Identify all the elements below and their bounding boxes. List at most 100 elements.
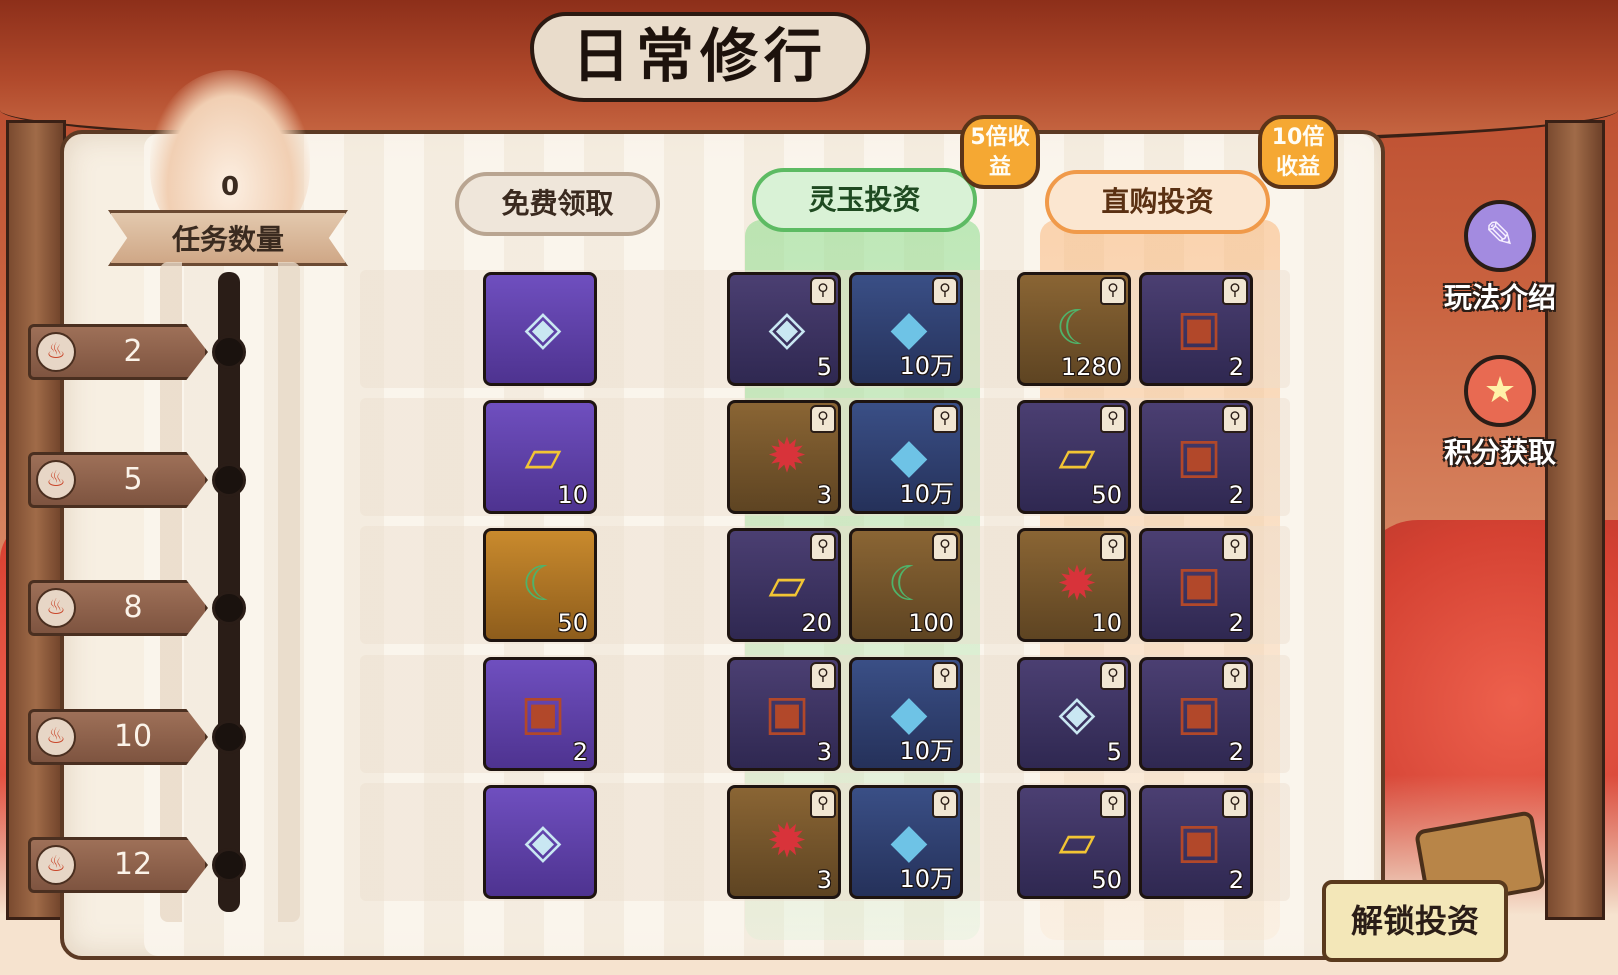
reward-slot-chest[interactable]: ▣ 2 ⚲: [1139, 657, 1253, 771]
reward-quantity: 5: [1106, 738, 1122, 766]
reward-slot-orb[interactable]: ✹ 10 ⚲: [1017, 528, 1131, 642]
reward-slot-chest[interactable]: ▣ 2 ⚲: [1139, 272, 1253, 386]
tab-direct-invest[interactable]: 直购投资: [1045, 170, 1270, 234]
reward-slot-chest[interactable]: ▣ 3 ⚲: [727, 657, 841, 771]
lock-icon: ⚲: [810, 405, 836, 433]
reward-slot-scroll[interactable]: ▱ 50 ⚲: [1017, 400, 1131, 514]
reward-slot-chest[interactable]: ▣ 2 ⚲: [1139, 785, 1253, 899]
lock-icon: ⚲: [810, 533, 836, 561]
reward-quantity: 2: [1228, 481, 1244, 509]
task-count-value: 0: [220, 172, 240, 202]
reward-quantity: 2: [1228, 609, 1244, 637]
milestone-tag: ♨ 10: [28, 709, 208, 765]
reward-quantity: 10万: [899, 352, 954, 380]
reward-quantity: 2: [1228, 738, 1244, 766]
reward-slot-crystal[interactable]: ◆ 10万 ⚲: [849, 785, 963, 899]
lock-icon: ⚲: [1222, 662, 1248, 690]
lock-icon: ⚲: [932, 405, 958, 433]
reward-quantity: 10: [557, 481, 588, 509]
track-node: [212, 720, 246, 754]
fire-icon: ♨: [36, 845, 76, 885]
reward-quantity: 2: [1228, 353, 1244, 381]
reward-slot-charm[interactable]: ◈: [483, 272, 597, 386]
page-title: 日常修行: [571, 22, 828, 90]
reward-quantity: 20: [801, 609, 832, 637]
reward-quantity: 100: [908, 609, 954, 637]
points-button[interactable]: ★ 积分获取: [1430, 355, 1570, 475]
track-node: [212, 591, 246, 625]
reward-slot-scroll[interactable]: ▱ 50 ⚲: [1017, 785, 1131, 899]
reward-slot-orb[interactable]: ✹ 3 ⚲: [727, 400, 841, 514]
charm-icon: ◈: [524, 300, 562, 356]
reward-slot-charm[interactable]: ◈ 5 ⚲: [727, 272, 841, 386]
left-pillar: [6, 120, 66, 920]
lock-icon: ⚲: [932, 662, 958, 690]
reward-slot-jade[interactable]: ☾ 50: [483, 528, 597, 642]
reward-quantity: 10万: [899, 480, 954, 508]
rules-button[interactable]: ✎ 玩法介绍: [1430, 200, 1570, 320]
milestone-count: 8: [123, 590, 143, 625]
lock-icon: ⚲: [932, 790, 958, 818]
lock-icon: ⚲: [1100, 790, 1126, 818]
reward-quantity: 3: [816, 481, 832, 509]
reward-slot-chest[interactable]: ▣ 2 ⚲: [1139, 400, 1253, 514]
reward-slot-charm[interactable]: ◈ 5 ⚲: [1017, 657, 1131, 771]
lock-icon: ⚲: [932, 277, 958, 305]
reward-quantity: 50: [557, 609, 588, 637]
milestone-count: 12: [113, 847, 153, 882]
lock-icon: ⚲: [810, 790, 836, 818]
track-node: [212, 848, 246, 882]
task-count-label: 任务数量: [171, 223, 284, 256]
reward-quantity: 3: [816, 738, 832, 766]
reward-slot-orb[interactable]: ✹ 3 ⚲: [727, 785, 841, 899]
tab-jade-invest[interactable]: 灵玉投资: [752, 168, 977, 232]
buy-bonus-bubble: 10倍收益: [1258, 115, 1338, 189]
milestone-count: 2: [123, 334, 143, 369]
lock-icon: ⚲: [1100, 277, 1126, 305]
fire-icon: ♨: [36, 460, 76, 500]
reward-slot-scroll[interactable]: ▱ 20 ⚲: [727, 528, 841, 642]
reward-slot-chest[interactable]: ▣ 2: [483, 657, 597, 771]
milestone-tag: ♨ 5: [28, 452, 208, 508]
reward-slot-charm[interactable]: ◈: [483, 785, 597, 899]
milestone-count: 5: [123, 462, 143, 497]
track-node: [212, 335, 246, 369]
fire-icon: ♨: [36, 588, 76, 628]
milestone-tag: ♨ 12: [28, 837, 208, 893]
reward-slot-jade[interactable]: ☾ 100 ⚲: [849, 528, 963, 642]
fire-icon: ♨: [36, 717, 76, 757]
gift-icon: ★: [1464, 355, 1536, 427]
track-node: [212, 463, 246, 497]
lock-icon: ⚲: [810, 277, 836, 305]
jade-bonus-bubble: 5倍收益: [960, 115, 1040, 189]
points-button-label: 积分获取: [1443, 436, 1556, 469]
milestone-tag: ♨ 2: [28, 324, 208, 380]
reward-slot-crystal[interactable]: ◆ 10万 ⚲: [849, 400, 963, 514]
unlock-invest-button[interactable]: 解锁投资: [1322, 880, 1508, 962]
jade-bonus-text: 5倍收益: [970, 125, 1030, 180]
lock-icon: ⚲: [932, 533, 958, 561]
reward-slot-scroll[interactable]: ▱ 10: [483, 400, 597, 514]
reward-slot-jade[interactable]: ☾ 1280 ⚲: [1017, 272, 1131, 386]
reward-quantity: 10: [1091, 609, 1122, 637]
milestone-count: 10: [113, 719, 153, 754]
reward-slot-chest[interactable]: ▣ 2 ⚲: [1139, 528, 1253, 642]
lock-icon: ⚲: [1222, 405, 1248, 433]
reward-quantity: 10万: [899, 865, 954, 893]
rules-button-label: 玩法介绍: [1443, 281, 1556, 314]
tab-free-claim[interactable]: 免费领取: [455, 172, 660, 236]
reward-slot-crystal[interactable]: ◆ 10万 ⚲: [849, 272, 963, 386]
reward-quantity: 1280: [1060, 353, 1122, 381]
lock-icon: ⚲: [1100, 533, 1126, 561]
lock-icon: ⚲: [1100, 405, 1126, 433]
reward-quantity: 2: [572, 738, 588, 766]
reward-quantity: 50: [1091, 481, 1122, 509]
reward-quantity: 50: [1091, 866, 1122, 894]
lock-icon: ⚲: [1222, 790, 1248, 818]
milestone-tag: ♨ 8: [28, 580, 208, 636]
lock-icon: ⚲: [1222, 277, 1248, 305]
scroll-icon: ✎: [1464, 200, 1536, 272]
reward-slot-crystal[interactable]: ◆ 10万 ⚲: [849, 657, 963, 771]
chest-icon: ▣: [520, 685, 566, 741]
lock-icon: ⚲: [810, 662, 836, 690]
